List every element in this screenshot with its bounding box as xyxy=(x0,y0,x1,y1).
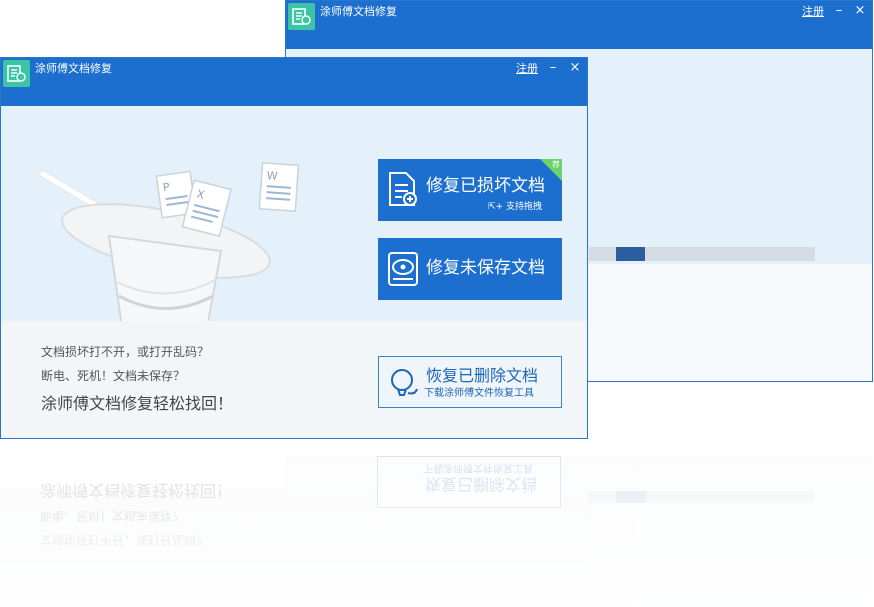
svg-text:W: W xyxy=(266,169,278,183)
reflection-restore-button: 恢复已删除文档 下载涂师傅文件恢复工具 xyxy=(377,456,561,508)
reflection-fade xyxy=(0,456,874,607)
close-button[interactable]: × xyxy=(852,2,868,20)
reflection-progress-fill xyxy=(616,491,646,503)
reflection-restore-sub: 下载涂师傅文件恢复工具 xyxy=(423,462,533,473)
minimize-button[interactable]: – xyxy=(545,59,561,77)
reflection-promo-1: 文档损坏打不开，或打开乱码？ xyxy=(40,533,209,547)
repair-doc-icon xyxy=(386,171,418,213)
promo-line-3: 涂师傅文档修复轻松找回！ xyxy=(41,394,234,413)
cursor-plus-icon: ⇱+ xyxy=(488,202,504,212)
main-app-window: 涂师傅文档修复 注册 – × P X W 修复已损坏文档 ⇱+ 支持拖拽 荐 修… xyxy=(0,57,588,439)
recommend-badge-text: 荐 xyxy=(552,160,560,169)
repair-damaged-doc-label: 修复已损坏文档 xyxy=(426,176,545,196)
app-logo-icon xyxy=(288,3,315,30)
reflection-content: 恢复已删除文档 下载涂师傅文件恢复工具 涂师傅文档修复轻松找回！ 断电、死机！文… xyxy=(0,456,874,607)
window-title: 涂师傅文档修复 xyxy=(35,62,112,75)
progress-fill xyxy=(616,247,645,261)
title-bar[interactable]: 涂师傅文档修复 注册 – × xyxy=(1,58,587,106)
minimize-button[interactable]: – xyxy=(831,2,847,20)
reflection-info-panel xyxy=(0,489,588,607)
window-title: 涂师傅文档修复 xyxy=(320,5,397,18)
progress-bar xyxy=(589,247,815,261)
repair-unsaved-doc-button[interactable]: 修复未保存文档 xyxy=(378,238,562,300)
restore-deleted-doc-label: 恢复已删除文档 xyxy=(426,366,539,385)
reflection-progress-bar xyxy=(344,491,814,503)
repair-damaged-doc-button[interactable]: 修复已损坏文档 ⇱+ 支持拖拽 荐 xyxy=(378,159,562,221)
drag-support-hint: ⇱+ 支持拖拽 xyxy=(488,202,542,212)
promo-line-1: 文档损坏打不开，或打开乱码？ xyxy=(41,345,210,359)
repair-unsaved-doc-label: 修复未保存文档 xyxy=(426,258,545,278)
register-link[interactable]: 注册 xyxy=(802,5,824,19)
lightbulb-icon xyxy=(387,367,419,403)
close-button[interactable]: × xyxy=(567,59,583,77)
window-reflection: 恢复已删除文档 下载涂师傅文件恢复工具 涂师傅文档修复轻松找回！ 断电、死机！文… xyxy=(0,456,874,607)
reflection-promo-2: 断电、死机！文档未保存？ xyxy=(40,509,185,523)
app-logo-icon xyxy=(3,60,30,87)
download-tool-link[interactable]: 下载涂师傅文件恢复工具 xyxy=(424,387,534,400)
promo-line-2: 断电、死机！文档未保存？ xyxy=(41,369,186,383)
reflection-promo-3: 涂师傅文档修复轻松找回！ xyxy=(40,481,233,500)
reflection-restore-label: 恢复已删除文档 xyxy=(425,475,538,494)
register-link[interactable]: 注册 xyxy=(516,62,538,76)
restore-deleted-doc-button[interactable]: 恢复已删除文档 下载涂师傅文件恢复工具 xyxy=(378,356,562,408)
title-bar[interactable]: 涂师傅文档修复 注册 – × xyxy=(286,1,872,49)
disk-drive-icon xyxy=(386,250,420,292)
reflection-back-window xyxy=(285,456,873,607)
